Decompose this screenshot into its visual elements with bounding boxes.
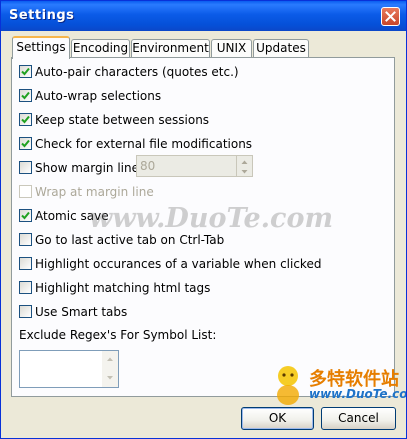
window-title: Settings	[9, 8, 75, 23]
checkbox	[19, 185, 32, 198]
checkmark-icon	[21, 67, 30, 76]
margin-line-spinbox[interactable]: 80	[136, 155, 253, 177]
spinbox-value: 80	[140, 159, 156, 173]
settings-window: Settings Settings Encoding Environment U…	[0, 0, 407, 439]
checkbox[interactable]	[19, 209, 32, 222]
checkbox[interactable]	[19, 233, 32, 246]
option-label: Go to last active tab on Ctrl-Tab	[35, 233, 225, 247]
tab-updates[interactable]: Updates	[253, 39, 309, 57]
checkbox[interactable]	[19, 161, 32, 174]
checkbox[interactable]	[19, 137, 32, 150]
option-label: Highlight matching html tags	[35, 281, 211, 295]
checkbox[interactable]	[19, 305, 32, 318]
checkbox[interactable]	[19, 257, 32, 270]
regex-label: Exclude Regex's For Symbol List:	[19, 328, 217, 342]
tab-unix[interactable]: UNIX	[211, 39, 252, 57]
checkmark-icon	[21, 115, 30, 124]
option-label: Check for external file modifications	[35, 137, 253, 151]
spin-buttons	[236, 156, 252, 176]
option-label: Show margin line	[35, 161, 139, 175]
checkbox[interactable]	[19, 89, 32, 102]
mascot-icon	[277, 366, 299, 405]
checkmark-icon	[21, 211, 30, 220]
checkmark-icon	[21, 91, 30, 100]
arrow-down-icon	[107, 376, 113, 380]
option-label: Highlight occurances of a variable when …	[35, 257, 322, 271]
scroll-down-button[interactable]	[102, 369, 118, 386]
tab-settings[interactable]: Settings	[12, 36, 70, 59]
option-label: Use Smart tabs	[35, 305, 128, 319]
option-label: Auto-pair characters (quotes etc.)	[35, 65, 239, 79]
close-icon	[385, 11, 396, 22]
arrow-up-icon	[107, 357, 113, 361]
spin-up-button[interactable]	[237, 156, 252, 166]
option-label: Wrap at margin line	[35, 185, 154, 199]
arrow-down-icon	[241, 170, 248, 174]
watermark-text: www.DuoTe.com	[89, 203, 334, 234]
option-label: Keep state between sessions	[35, 113, 210, 127]
scroll-up-button[interactable]	[102, 351, 118, 368]
checkbox[interactable]	[19, 113, 32, 126]
tab-environment[interactable]: Environment	[131, 39, 210, 57]
checkbox[interactable]	[19, 65, 32, 78]
spin-down-button[interactable]	[237, 166, 252, 176]
regex-textarea[interactable]	[19, 350, 119, 388]
checkmark-icon	[21, 139, 30, 148]
watermark-logo: 多特软件站 www.DuoTe.com	[271, 361, 406, 421]
tab-encoding[interactable]: Encoding	[71, 39, 130, 57]
tab-label: Environment	[132, 41, 209, 55]
close-button[interactable]	[381, 7, 400, 26]
tab-label: Encoding	[72, 41, 129, 55]
tab-label: UNIX	[216, 41, 247, 55]
watermark-logo-url: www.DuoTe.com	[309, 387, 407, 401]
tab-label: Updates	[256, 41, 306, 55]
option-label: Auto-wrap selections	[35, 89, 162, 103]
regex-scrollbar[interactable]	[102, 351, 118, 387]
tab-label: Settings	[16, 40, 66, 54]
title-bar[interactable]: Settings	[1, 1, 406, 31]
checkbox[interactable]	[19, 281, 32, 294]
